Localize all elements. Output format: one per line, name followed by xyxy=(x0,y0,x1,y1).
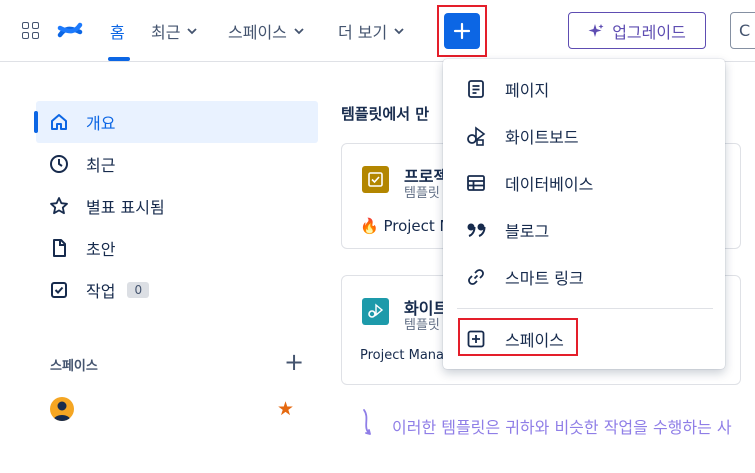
chevron-down-icon xyxy=(187,28,198,35)
card-footer: 🔥 Project M xyxy=(360,217,453,235)
templates-section-title: 템플릿에서 만 xyxy=(341,105,430,123)
menu-divider xyxy=(457,308,713,309)
menu-item-database[interactable]: 데이터베이스 xyxy=(443,160,725,206)
add-space-icon[interactable]: + xyxy=(284,350,304,374)
nav-more-label: 더 보기 xyxy=(338,23,388,42)
space-option-highlight xyxy=(458,318,578,356)
nav-spaces-label: 스페이스 xyxy=(228,23,287,42)
app-grid-icon[interactable] xyxy=(22,22,39,39)
sidebar-item-label: 최근 xyxy=(86,156,116,175)
draft-icon xyxy=(48,237,70,259)
avatar[interactable] xyxy=(50,397,74,421)
star-icon xyxy=(48,195,70,217)
nav-recent[interactable]: 최근 xyxy=(151,19,198,43)
menu-item-label: 스마트 링크 xyxy=(505,269,584,288)
templates-hint: 이러한 템플릿은 귀하와 비슷한 작업을 수행하는 사 xyxy=(360,408,732,440)
home-icon xyxy=(48,111,70,133)
card-footer: Project Manag xyxy=(360,348,453,363)
card-subtitle: 템플릿 xyxy=(404,318,440,333)
menu-item-label: 데이터베이스 xyxy=(505,175,594,194)
sidebar-item-label: 개요 xyxy=(86,114,116,133)
menu-item-page[interactable]: 페이지 xyxy=(443,66,725,112)
spaces-section-header: 스페이스 xyxy=(50,359,98,374)
quote-icon xyxy=(465,219,487,241)
sidebar-item-label: 별표 표시됨 xyxy=(86,198,165,217)
upgrade-button[interactable]: 업그레이드 xyxy=(568,12,706,49)
sidebar-item-label: 초안 xyxy=(86,240,116,259)
menu-item-smart-link[interactable]: 스마트 링크 xyxy=(443,254,725,300)
nav-more[interactable]: 더 보기 xyxy=(338,19,405,43)
nav-recent-label: 최근 xyxy=(151,23,181,42)
sidebar-item-label: 작업 xyxy=(86,282,116,301)
chevron-down-icon xyxy=(294,28,304,35)
upgrade-label: 업그레이드 xyxy=(612,22,686,42)
task-icon xyxy=(48,279,70,301)
menu-item-blog[interactable]: 블로그 xyxy=(443,207,725,253)
starred-space-icon[interactable]: ★ xyxy=(277,398,294,420)
task-count-badge: 0 xyxy=(127,282,150,298)
nav-spaces[interactable]: 스페이스 xyxy=(228,19,305,43)
search-icon: C xyxy=(739,21,751,40)
menu-item-label: 페이지 xyxy=(505,81,550,100)
card-subtitle: 템플릿 xyxy=(404,186,440,201)
hint-text: 이러한 템플릿은 귀하와 비슷한 작업을 수행하는 사 xyxy=(392,418,732,437)
active-tab-indicator xyxy=(108,57,130,61)
sidebar-item-overview[interactable]: 개요 xyxy=(34,101,318,143)
create-button-highlight xyxy=(437,5,487,57)
confluence-logo[interactable] xyxy=(57,18,83,44)
menu-item-label: 화이트보드 xyxy=(505,128,579,147)
sidebar-item-recent[interactable]: 최근 xyxy=(36,143,318,185)
template-icon xyxy=(362,298,389,325)
chevron-down-icon xyxy=(394,28,404,35)
menu-item-whiteboard[interactable]: 화이트보드 xyxy=(443,113,725,159)
template-icon xyxy=(362,166,389,193)
curved-arrow-icon xyxy=(363,409,371,435)
database-icon xyxy=(465,172,487,194)
search-input[interactable]: C xyxy=(730,12,755,49)
clock-icon xyxy=(48,153,70,175)
page-icon xyxy=(465,78,487,100)
sidebar-item-starred[interactable]: 별표 표시됨 xyxy=(36,185,318,227)
sidebar-item-tasks[interactable]: 작업 0 xyxy=(36,269,318,311)
whiteboard-icon xyxy=(465,125,487,147)
link-icon xyxy=(465,266,487,288)
nav-home[interactable]: 홈 xyxy=(110,19,125,43)
menu-item-label: 블로그 xyxy=(505,222,550,241)
sidebar-item-drafts[interactable]: 초안 xyxy=(36,227,318,269)
nav-home-label: 홈 xyxy=(110,23,125,42)
sparkle-icon xyxy=(588,23,604,37)
top-navigation-bar: 홈 최근 스페이스 더 보기 업그레이드 C xyxy=(0,0,755,62)
